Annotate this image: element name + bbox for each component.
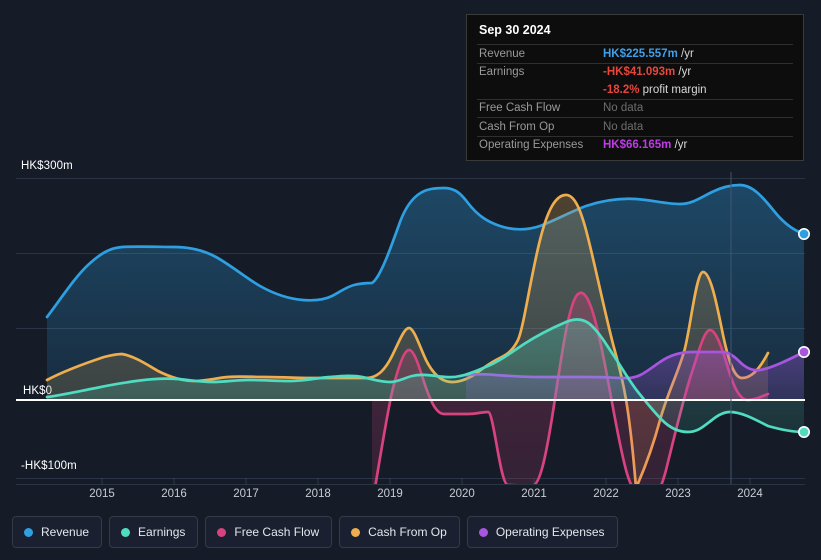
data-tooltip: Sep 30 2024 Revenue HK$225.557m /yr Earnin… — [466, 14, 804, 161]
x-axis-tick-label: 2023 — [665, 488, 691, 500]
chart-root: HK$300m HK$0 -HK$100m 2015 2016 2017 201… — [0, 0, 821, 560]
legend-item-label: Revenue — [41, 525, 90, 539]
legend-item-label: Earnings — [138, 525, 186, 539]
x-axis-tick-label: 2021 — [521, 488, 547, 500]
x-axis-tick-label: 2015 — [89, 488, 115, 500]
x-axis-tick-label: 2017 — [233, 488, 259, 500]
tooltip-row: Free Cash Flow No data — [477, 98, 793, 118]
legend-color-dot-icon — [351, 527, 361, 537]
legend-color-dot-icon — [24, 527, 33, 537]
endpoint-marker-operating-expenses — [797, 345, 810, 358]
tooltip-row-value: -18.2% profit margin — [603, 83, 707, 96]
x-axis-tick-label: 2018 — [305, 488, 331, 500]
legend-item-cash-from-op[interactable]: Cash From Op — [339, 516, 460, 548]
legend-color-dot-icon — [217, 527, 227, 537]
tooltip-row: Operating Expenses HK$66.165m /yr — [477, 135, 793, 155]
legend-item-label: Free Cash Flow — [234, 525, 320, 539]
x-axis-tick-label: 2019 — [377, 488, 403, 500]
endpoint-marker-revenue — [797, 228, 810, 241]
tooltip-row-label: Cash From Op — [479, 120, 555, 133]
legend-item-revenue[interactable]: Revenue — [12, 516, 103, 548]
tooltip-row-label: Revenue — [479, 47, 526, 60]
legend-item-operating-expenses[interactable]: Operating Expenses — [466, 516, 618, 548]
tooltip-row-value: No data — [603, 120, 644, 133]
legend-item-label: Operating Expenses — [495, 525, 605, 539]
x-axis-tick-label: 2016 — [161, 488, 187, 500]
x-axis-tick-label: 2020 — [449, 488, 475, 500]
x-axis-tick-label: 2024 — [737, 488, 763, 500]
legend-item-earnings[interactable]: Earnings — [109, 516, 199, 548]
tooltip-row-label: Earnings — [479, 66, 525, 79]
tooltip-row-label: Free Cash Flow — [479, 102, 561, 115]
tooltip-row: Cash From Op No data — [477, 117, 793, 136]
tooltip-row: Earnings -HK$41.093m /yr — [477, 62, 793, 82]
x-axis-tick-label: 2022 — [593, 488, 619, 500]
endpoint-marker-earnings — [797, 425, 810, 438]
legend-color-dot-icon — [478, 527, 488, 537]
tooltip-rows: Revenue HK$225.557m /yr Earnings -HK$41.093… — [477, 44, 793, 154]
chart-legend[interactable]: Revenue Earnings Free Cash Flow Cash From O… — [12, 516, 618, 548]
tooltip-row-value: No data — [603, 102, 644, 115]
tooltip-row: Revenue HK$225.557m /yr — [477, 44, 793, 63]
tooltip-date: Sep 30 2024 — [479, 23, 551, 37]
legend-color-dot-icon — [121, 527, 131, 537]
tooltip-row-label: Operating Expenses — [479, 139, 584, 152]
tooltip-row: -18.2% profit margin — [477, 81, 793, 99]
legend-item-free-cash-flow[interactable]: Free Cash Flow — [205, 516, 333, 548]
tooltip-row-value: HK$66.165m /yr — [603, 139, 688, 152]
tooltip-row-value: HK$225.557m /yr — [603, 47, 694, 60]
legend-item-label: Cash From Op — [368, 525, 447, 539]
tooltip-row-value: -HK$41.093m /yr — [603, 66, 692, 79]
